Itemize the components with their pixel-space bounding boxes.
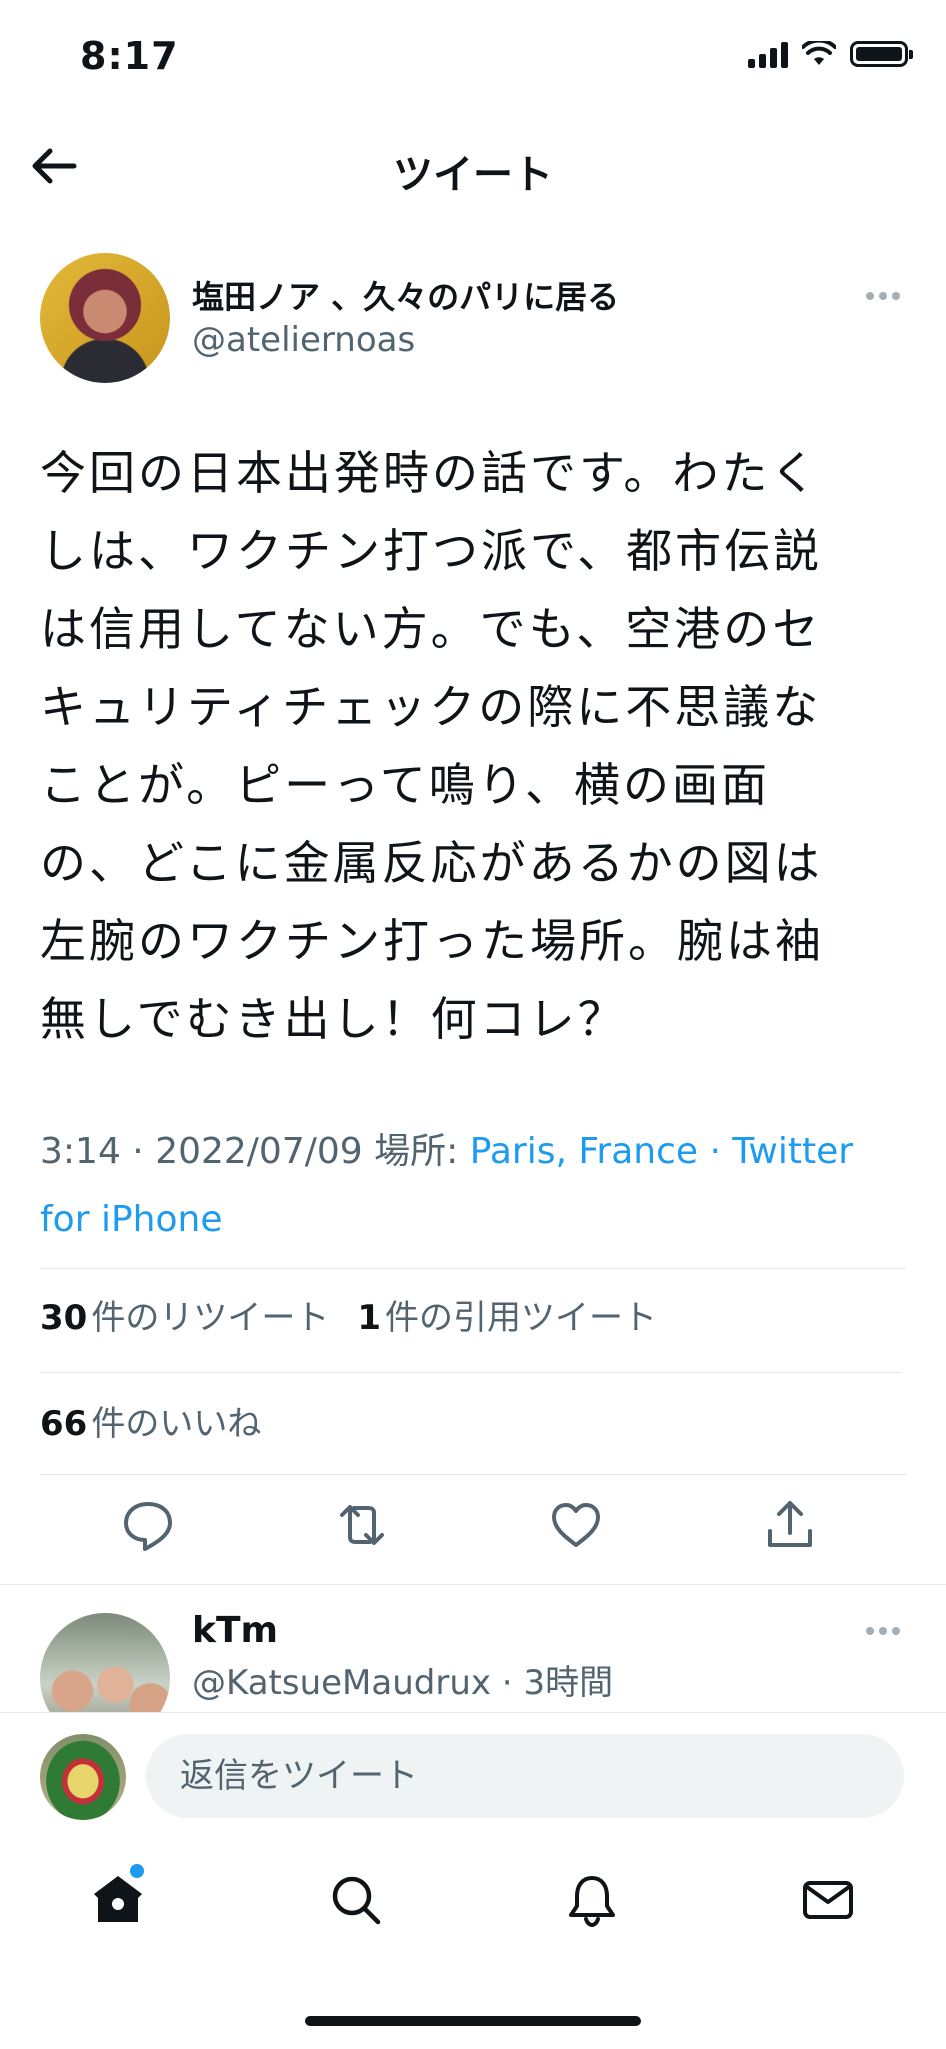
tweet-date: 2022/07/09 <box>155 1131 363 1172</box>
likes-count: 66 <box>40 1404 88 1444</box>
retweets-stat[interactable]: 30 件のリツイート <box>40 1290 329 1339</box>
my-avatar <box>40 1734 126 1820</box>
reply-handle-text[interactable]: @KatsueMaudrux <box>192 1663 491 1703</box>
notification-dot <box>130 1864 144 1878</box>
retweet-icon[interactable] <box>332 1495 392 1555</box>
retweets-count: 30 <box>40 1298 88 1338</box>
home-icon[interactable] <box>88 1870 148 1930</box>
reply-author-name[interactable]: kTm <box>192 1610 278 1651</box>
author-name[interactable]: 塩田ノア 、久々のパリに居る <box>192 272 619 318</box>
wifi-icon <box>802 41 836 65</box>
home-indicator <box>305 2016 641 2026</box>
page-title: ツイート <box>393 152 553 198</box>
tweet-text-line: の、どこに金属反応があるかの図は <box>40 836 823 890</box>
status-bar-time: 8:17 <box>80 34 179 78</box>
tweet-actions <box>0 1495 946 1565</box>
tweet-text-line: キュリティチェックの際に不思議な <box>40 680 822 734</box>
location-label: 場所: <box>374 1131 459 1172</box>
bell-icon[interactable] <box>562 1870 622 1930</box>
status-bar-icons <box>748 40 913 68</box>
comment-icon[interactable] <box>118 1495 178 1555</box>
more-options-icon[interactable] <box>866 1627 900 1635</box>
location-link[interactable]: Paris, France <box>470 1131 698 1172</box>
divider <box>40 1268 906 1269</box>
quotes-count: 1 <box>357 1298 381 1338</box>
retweets-label: 件のリツイート <box>91 1298 330 1338</box>
quotes-stat[interactable]: 1 件の引用ツイート <box>357 1290 657 1339</box>
reply-time: 3時間 <box>523 1663 614 1703</box>
tweet-text: 今回の日本出発時の話です。わたく しは、ワクチン打つ派で、都市伝説 は信用してな… <box>40 434 910 1058</box>
likes-stat[interactable]: 66 件のいいね <box>40 1396 261 1445</box>
author-avatar[interactable] <box>40 253 170 383</box>
tweet-text-line: 無しでむき出し！何コレ？ <box>40 992 627 1046</box>
envelope-icon[interactable] <box>798 1870 858 1930</box>
more-options-icon[interactable] <box>866 292 900 300</box>
tweet-text-line: 今回の日本出発時の話です。わたく <box>40 446 820 500</box>
tweet-stats: 30 件のリツイート 1 件の引用ツイート <box>40 1290 657 1339</box>
tweet-metadata: 3:14 · 2022/07/09 場所: Paris, France · Tw… <box>40 1131 854 1240</box>
reply-input[interactable] <box>146 1734 904 1818</box>
battery-icon <box>850 41 913 67</box>
search-icon[interactable] <box>326 1870 386 1930</box>
tweet-time: 3:14 <box>40 1131 121 1172</box>
tweet-text-line: は信用してない方。でも、空港のセ <box>40 602 822 656</box>
likes-label: 件のいいね <box>91 1404 262 1444</box>
divider <box>40 1474 906 1475</box>
quotes-label: 件の引用ツイート <box>385 1298 657 1338</box>
tweet-text-line: しは、ワクチン打つ派で、都市伝説 <box>40 524 823 578</box>
tweet-text-line: 左腕のワクチン打った場所。腕は袖 <box>40 914 824 968</box>
divider <box>0 1584 946 1585</box>
cellular-signal-icon <box>748 40 788 68</box>
heart-icon[interactable] <box>546 1495 606 1555</box>
share-icon[interactable] <box>760 1495 820 1555</box>
reply-author-handle: @KatsueMaudrux · 3時間 <box>192 1663 614 1703</box>
author-handle[interactable]: @ateliernoas <box>192 320 415 360</box>
tweet-text-line: ことが。ピーって鳴り、横の画面 <box>40 758 770 812</box>
divider <box>40 1372 900 1373</box>
